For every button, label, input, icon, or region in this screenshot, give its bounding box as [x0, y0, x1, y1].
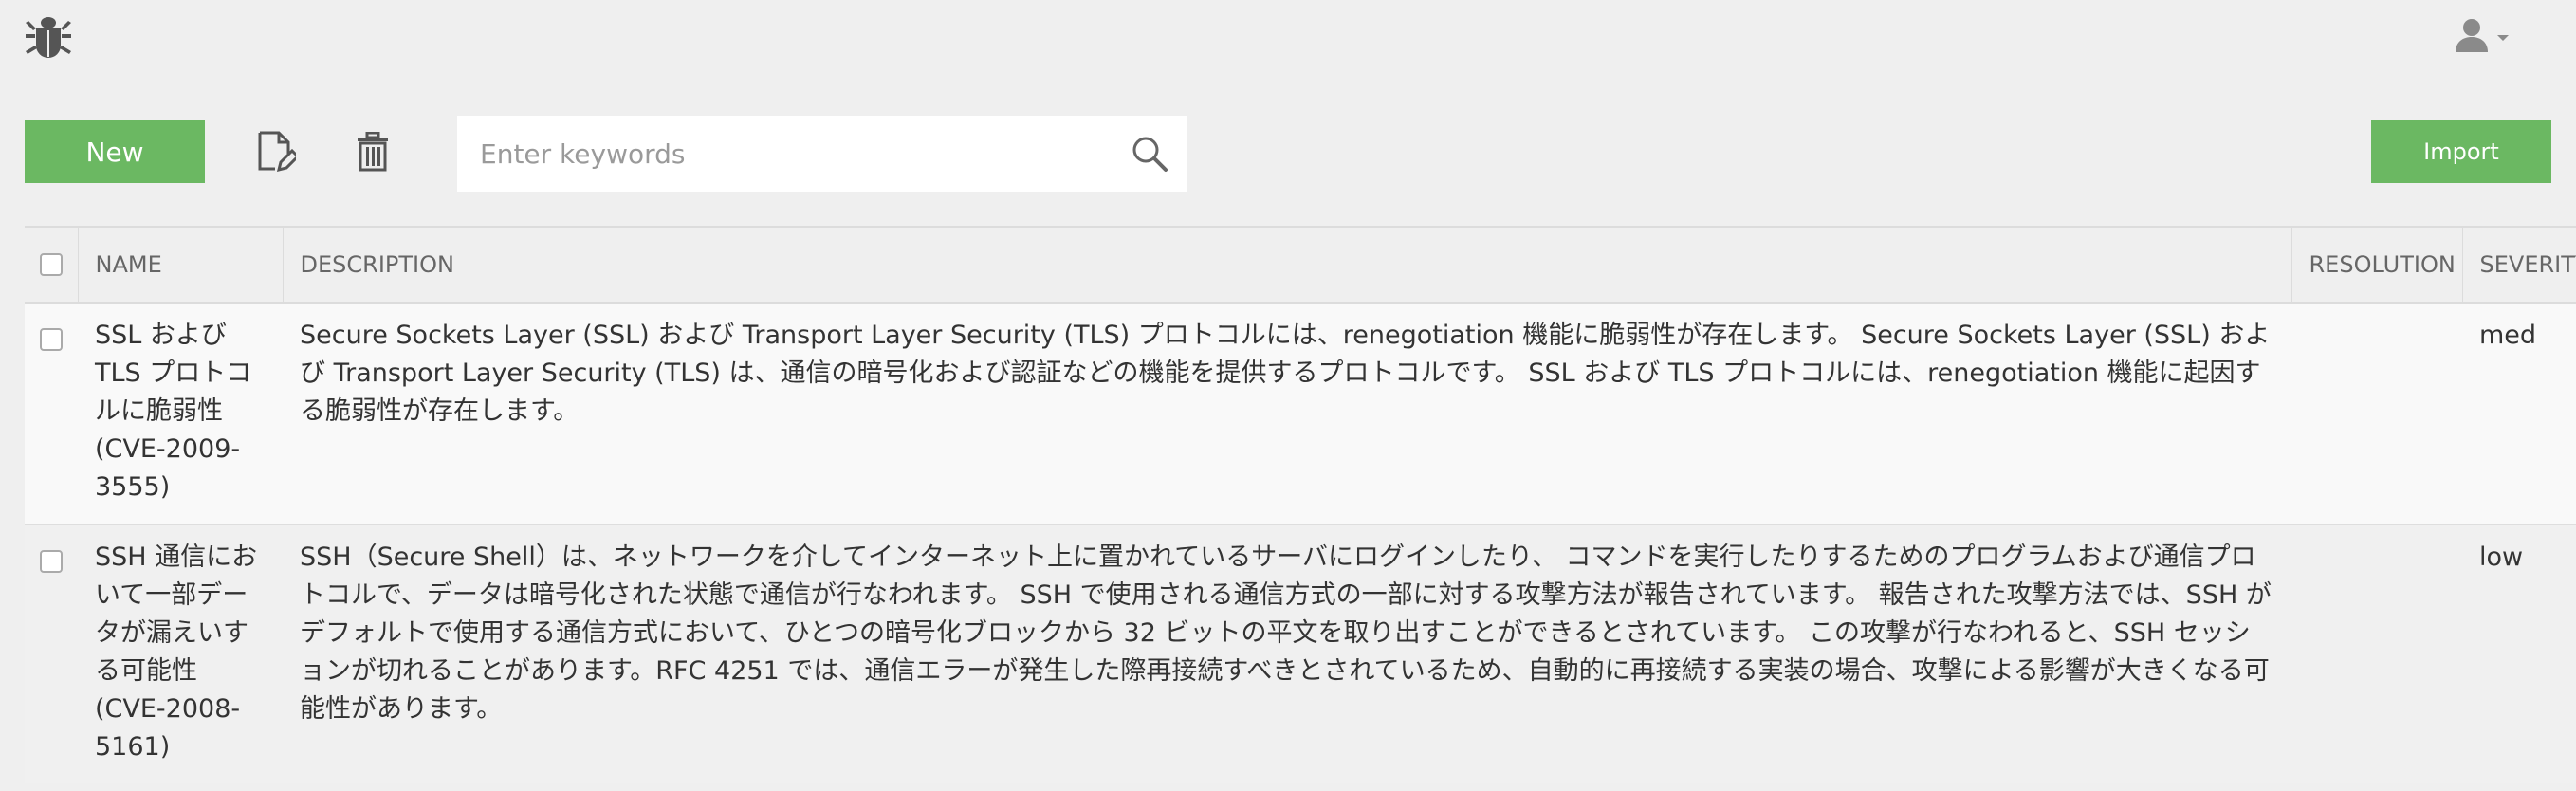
trash-icon[interactable] [348, 127, 397, 176]
row-description: Secure Sockets Layer (SSL) および Transport… [283, 303, 2291, 525]
table-row[interactable]: SSL および TLS プロトコルに脆弱性 (CVE-2009-3555) Se… [25, 303, 2576, 525]
row-select-cell [25, 303, 78, 525]
user-menu[interactable] [2453, 17, 2519, 57]
table-row[interactable]: SSH 通信において一部データが漏えいする可能性 (CVE-2008-5161)… [25, 524, 2576, 783]
edit-document-icon[interactable] [250, 127, 300, 176]
row-resolution [2291, 303, 2462, 525]
table-header-row: NAME DESCRIPTION RESOLUTION SEVERITY [25, 226, 2576, 304]
toolbar: New Import [0, 112, 2576, 193]
column-header-name[interactable]: NAME [77, 226, 283, 304]
select-all-checkbox[interactable] [40, 253, 63, 276]
user-icon [2453, 16, 2491, 58]
top-bar [0, 0, 2576, 74]
row-resolution [2291, 524, 2462, 783]
row-severity: med [2462, 303, 2576, 525]
import-button[interactable]: Import [2371, 120, 2551, 183]
row-select-cell [25, 524, 78, 783]
select-all-cell [25, 226, 78, 304]
caret-down-icon [2496, 28, 2510, 46]
search-input[interactable] [457, 116, 1112, 192]
vulnerability-table: NAME DESCRIPTION RESOLUTION SEVERITY SSL… [25, 226, 2576, 783]
row-name: SSL および TLS プロトコルに脆弱性 (CVE-2009-3555) [78, 303, 283, 525]
row-checkbox[interactable] [40, 550, 63, 573]
search-box [457, 116, 1187, 192]
new-button[interactable]: New [25, 120, 205, 183]
search-icon[interactable] [1112, 116, 1187, 192]
bug-icon[interactable] [21, 9, 76, 64]
column-header-resolution[interactable]: RESOLUTION [2291, 226, 2462, 304]
column-header-severity[interactable]: SEVERITY [2461, 226, 2576, 304]
column-header-description[interactable]: DESCRIPTION [282, 226, 2291, 304]
row-name: SSH 通信において一部データが漏えいする可能性 (CVE-2008-5161) [78, 524, 283, 783]
row-description: SSH（Secure Shell）は、ネットワークを介してインターネット上に置か… [283, 524, 2291, 783]
vulnerability-table-wrapper: NAME DESCRIPTION RESOLUTION SEVERITY SSL… [25, 226, 2576, 791]
row-severity: low [2462, 524, 2576, 783]
row-checkbox[interactable] [40, 328, 63, 351]
